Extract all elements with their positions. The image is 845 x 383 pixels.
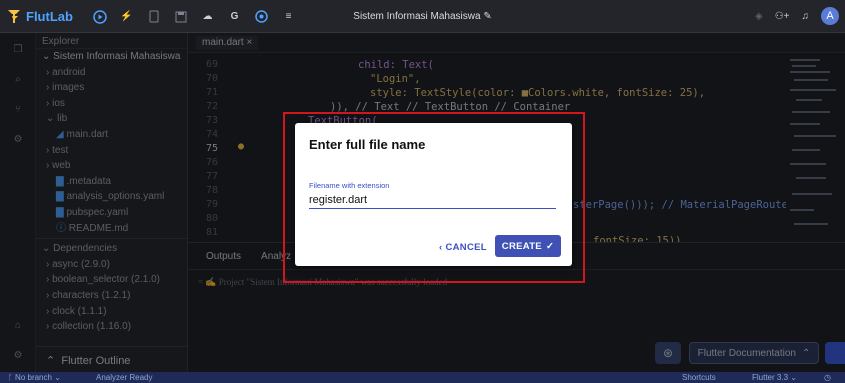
create-button[interactable]: CREATE ✓ <box>495 235 561 257</box>
add-user-icon[interactable]: ⚇+ <box>775 11 790 22</box>
avatar[interactable]: A <box>821 7 839 25</box>
notification-bell-icon[interactable]: ♫ <box>802 11 810 22</box>
status-bar: ᚴ No branch ⌄ Analyzer Ready Shortcuts F… <box>0 372 845 383</box>
flutter-version-selector[interactable]: Flutter 3.3 ⌄ <box>752 372 797 383</box>
filename-label: Filename with extension <box>309 181 390 190</box>
filename-input[interactable] <box>309 191 556 209</box>
project-title: Sistem Informasi Mahasiswa ✎ <box>353 11 492 22</box>
layers-icon[interactable]: ◈ <box>755 11 763 22</box>
analyzer-status: Analyzer Ready <box>96 373 153 382</box>
shortcuts-link[interactable]: Shortcuts <box>682 372 716 383</box>
check-icon: ✓ <box>545 240 555 252</box>
top-bar: FlutLab ⚡ ☁ G ≡ Sistem Informasi Mahasis… <box>0 0 845 33</box>
branch-icon: ᚴ <box>8 373 13 382</box>
clock-icon[interactable]: ◷ <box>824 372 831 383</box>
new-file-dialog: Enter full file name Filename with exten… <box>295 123 572 266</box>
dialog-title: Enter full file name <box>309 137 426 152</box>
cancel-button[interactable]: ‹ CANCEL <box>439 238 487 256</box>
branch-indicator[interactable]: ᚴ No branch ⌄ <box>8 372 61 383</box>
chevron-left-icon: ‹ <box>439 241 443 253</box>
edit-pencil-icon[interactable]: ✎ <box>483 11 491 22</box>
